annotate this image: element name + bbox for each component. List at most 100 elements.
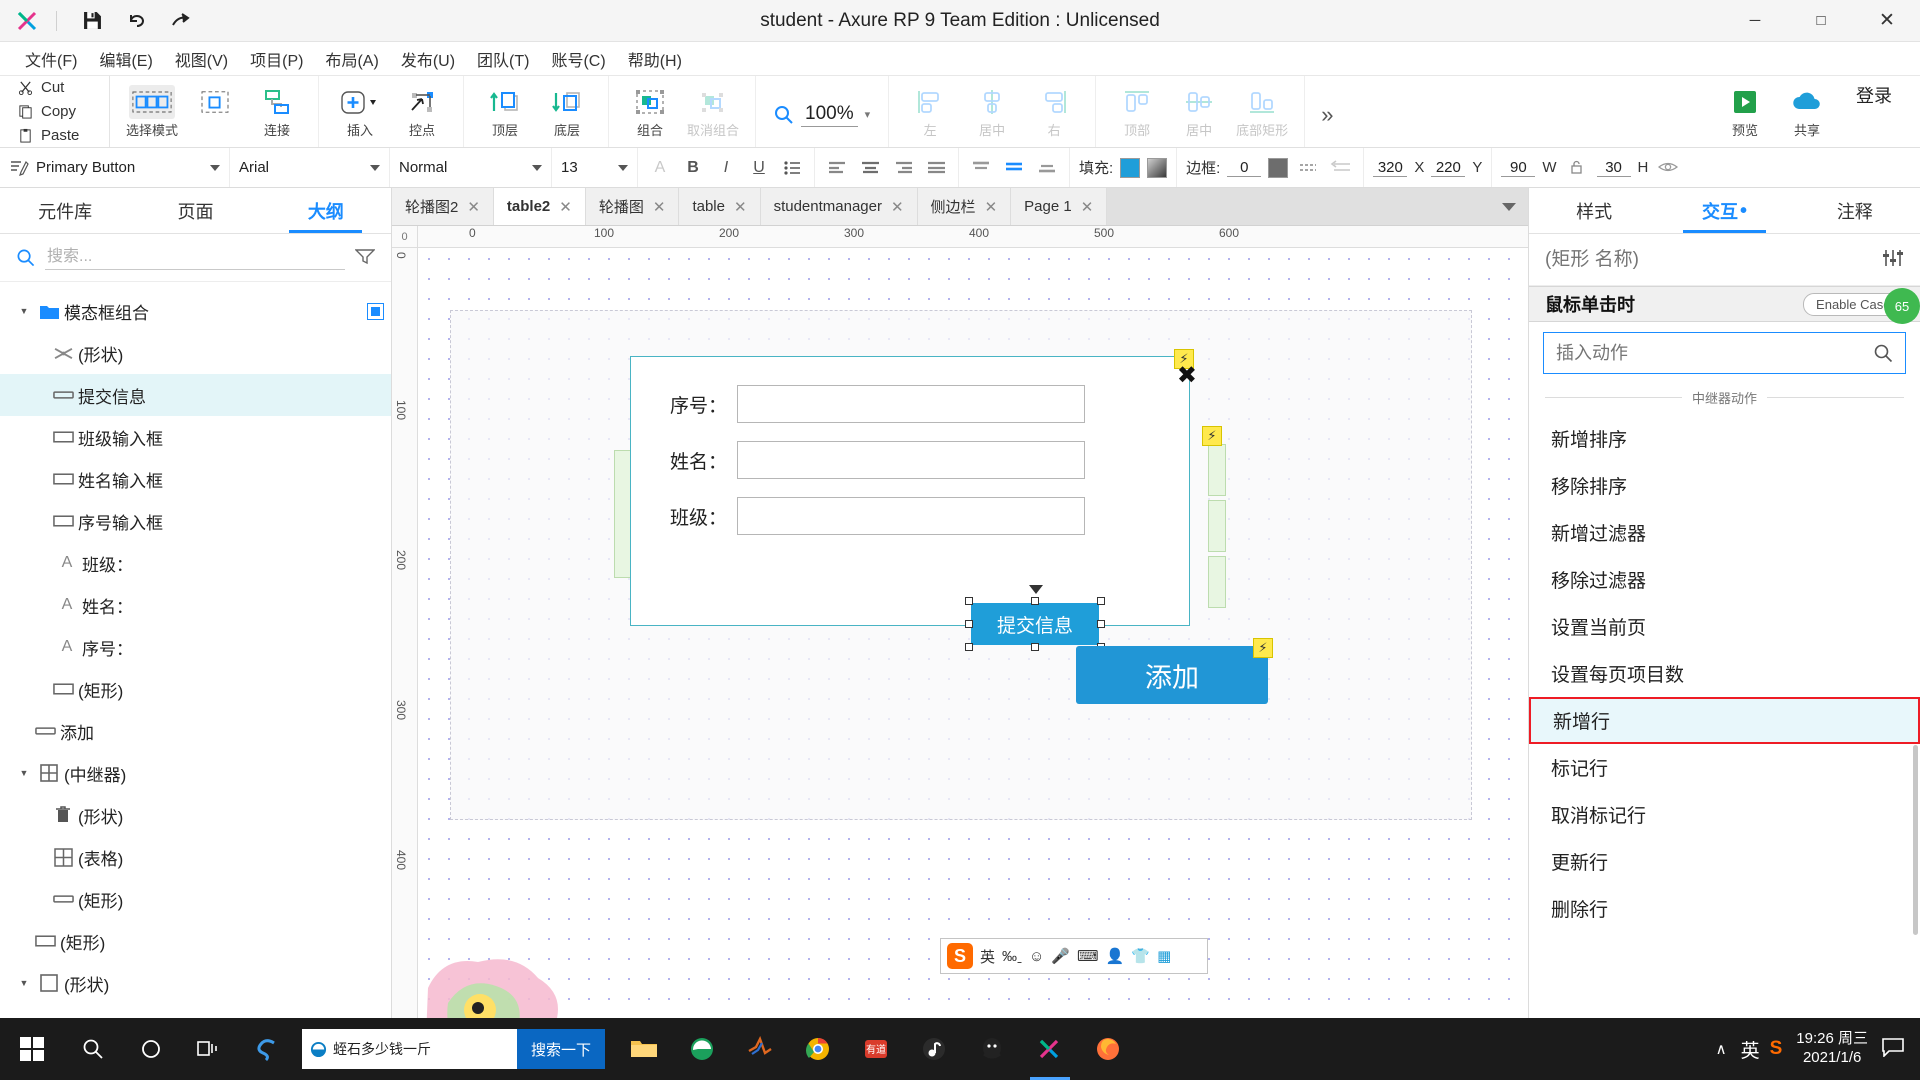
ime-lang-label[interactable]: 英 <box>1741 1036 1760 1063</box>
taskbar-search-button[interactable] <box>64 1018 122 1080</box>
clock[interactable]: 19:26 周三 2021/1/6 <box>1796 1030 1868 1068</box>
tree-row-rect3[interactable]: (矩形) <box>0 920 391 962</box>
class-input[interactable] <box>737 497 1085 535</box>
visibility-checkbox[interactable] <box>367 302 384 320</box>
tree-row-submit-info[interactable]: 提交信息 <box>0 374 391 416</box>
interaction-bolt-icon[interactable]: ⚡ <box>1253 638 1273 658</box>
close-icon[interactable]: ✕ <box>734 198 747 216</box>
page-tab-carousel[interactable]: 轮播图 ✕ <box>585 188 680 225</box>
zoom-value[interactable]: 100% <box>801 103 858 127</box>
filter-icon[interactable] <box>354 247 376 268</box>
action-remove-sort[interactable]: 移除排序 <box>1529 462 1920 509</box>
border-color-swatch[interactable] <box>1268 157 1289 178</box>
undo-icon[interactable] <box>117 6 155 36</box>
control-point-button[interactable]: 控点 <box>391 82 453 139</box>
taskbar-app-edge[interactable] <box>673 1018 731 1080</box>
align-center-button[interactable]: 居中 <box>961 82 1023 139</box>
keyboard-icon[interactable]: ⌨ <box>1077 947 1099 965</box>
copy-button[interactable]: Copy <box>14 101 109 122</box>
tab-pages[interactable]: 页面 <box>130 188 260 233</box>
align-text-right-icon[interactable] <box>890 155 916 181</box>
action-add-sort[interactable]: 新增排序 <box>1529 415 1920 462</box>
action-set-items-per-page[interactable]: 设置每页项目数 <box>1529 650 1920 697</box>
tree-row-rect2[interactable]: (矩形) <box>0 878 391 920</box>
cortana-button[interactable] <box>122 1018 180 1080</box>
chevron-down-icon[interactable] <box>1502 202 1516 211</box>
task-view-button[interactable] <box>180 1018 238 1080</box>
notifications-icon[interactable] <box>1882 1037 1904 1061</box>
italic-icon[interactable]: I <box>713 155 739 181</box>
rotate-handle[interactable] <box>1029 585 1043 594</box>
ime-floating-bar[interactable]: S 英 ‰ˍ ☺ 🎤 ⌨ 👤 👕 ▦ <box>940 938 1208 974</box>
y-position-input[interactable]: 220 <box>1431 159 1466 177</box>
menu-project[interactable]: 项目(P) <box>239 43 314 75</box>
border-style-icon[interactable] <box>1295 155 1321 181</box>
tree-row-name-input[interactable]: 姓名输入框 <box>0 458 391 500</box>
zoom-control[interactable]: 100% ▾ <box>766 103 878 127</box>
align-right-button[interactable]: 右 <box>1023 82 1085 139</box>
action-update-row[interactable]: 更新行 <box>1529 838 1920 885</box>
marquee-button[interactable] <box>184 82 246 120</box>
tree-row-modal-group[interactable]: ▼ 模态框组合 <box>0 290 391 332</box>
paste-button[interactable]: Paste <box>14 125 109 146</box>
resize-handle-n[interactable] <box>1031 597 1039 605</box>
bold-icon[interactable]: B <box>680 155 706 181</box>
menu-file[interactable]: 文件(F) <box>14 43 88 75</box>
redo-icon[interactable] <box>161 6 199 36</box>
modal-dialog[interactable]: 序号： 姓名： 班级： 提交信息 ⚡ ✖ <box>630 349 1197 651</box>
tree-row-id-label[interactable]: A 序号： <box>0 626 391 668</box>
tab-outline[interactable]: 大纲 <box>261 188 391 233</box>
id-input[interactable] <box>737 385 1085 423</box>
menu-view[interactable]: 视图(V) <box>164 43 239 75</box>
preview-button[interactable]: 预览 <box>1714 82 1776 139</box>
valign-top-icon[interactable] <box>968 155 994 181</box>
menu-team[interactable]: 团队(T) <box>466 43 540 75</box>
taskbar-app-explorer[interactable] <box>615 1018 673 1080</box>
connect-button[interactable]: 连接 <box>246 82 308 139</box>
tab-interactions[interactable]: 交互 • <box>1659 188 1789 233</box>
underline-icon[interactable]: U <box>746 155 772 181</box>
action-unmark-row[interactable]: 取消标记行 <box>1529 791 1920 838</box>
close-icon[interactable]: ✕ <box>985 198 998 216</box>
tree-row-class-label[interactable]: A 班级： <box>0 542 391 584</box>
chevron-down-icon[interactable] <box>210 164 220 171</box>
close-icon[interactable]: ✖ <box>1177 361 1197 390</box>
taskbar-app-qq[interactable] <box>963 1018 1021 1080</box>
taskbar-app-sogou[interactable] <box>238 1018 296 1080</box>
select-mode-button[interactable]: 选择模式 <box>120 82 184 139</box>
toolbar-overflow-button[interactable]: » <box>1315 102 1339 128</box>
visibility-eye-icon[interactable] <box>1655 155 1681 181</box>
action-list-scrollbar[interactable] <box>1913 745 1918 935</box>
x-position-input[interactable]: 320 <box>1373 159 1408 177</box>
menu-edit[interactable]: 编辑(E) <box>88 43 163 75</box>
cut-button[interactable]: Cut <box>14 77 109 98</box>
help-badge[interactable]: 65 <box>1884 288 1920 324</box>
font-size-combo[interactable]: 13 <box>561 159 628 176</box>
taskbar-app-matlab[interactable] <box>731 1018 789 1080</box>
align-top-button[interactable]: 顶部 <box>1106 82 1168 139</box>
action-search-box[interactable] <box>1543 332 1906 374</box>
tree-row-add[interactable]: 添加 <box>0 710 391 752</box>
login-button[interactable]: 登录 <box>1838 82 1910 108</box>
ime-indicator[interactable]: 英 S <box>1741 1036 1783 1063</box>
name-input[interactable] <box>737 441 1085 479</box>
resize-handle-w[interactable] <box>965 620 973 628</box>
interaction-bolt-icon[interactable]: ⚡ <box>1202 426 1222 446</box>
align-text-left-icon[interactable] <box>824 155 850 181</box>
close-icon[interactable]: ✕ <box>653 198 666 216</box>
design-canvas[interactable]: ⚡ 序号： 姓名： 班级： 提交信息 ⚡ ✖ 添加 ⚡ S 英 ‰ˍ ☺ 🎤 ⌨… <box>418 248 1528 1018</box>
align-middle-button[interactable]: 居中 <box>1168 82 1230 139</box>
tree-row-table[interactable]: (表格) <box>0 836 391 878</box>
resize-handle-e[interactable] <box>1097 620 1105 628</box>
resize-handle-nw[interactable] <box>965 597 973 605</box>
widget-style-combo[interactable]: Primary Button <box>36 159 220 176</box>
page-tab-table2[interactable]: table2 ✕ <box>493 188 586 225</box>
menu-layout[interactable]: 布局(A) <box>314 43 389 75</box>
font-weight-combo[interactable]: Normal <box>399 159 542 176</box>
tree-row-repeater[interactable]: ▼ (中继器) <box>0 752 391 794</box>
arrow-style-icon[interactable] <box>1328 155 1354 181</box>
send-back-button[interactable]: 底层 <box>536 82 598 139</box>
resize-handle-ne[interactable] <box>1097 597 1105 605</box>
search-icon[interactable] <box>1873 343 1893 363</box>
taskbar-search-submit[interactable]: 搜索一下 <box>517 1029 606 1069</box>
